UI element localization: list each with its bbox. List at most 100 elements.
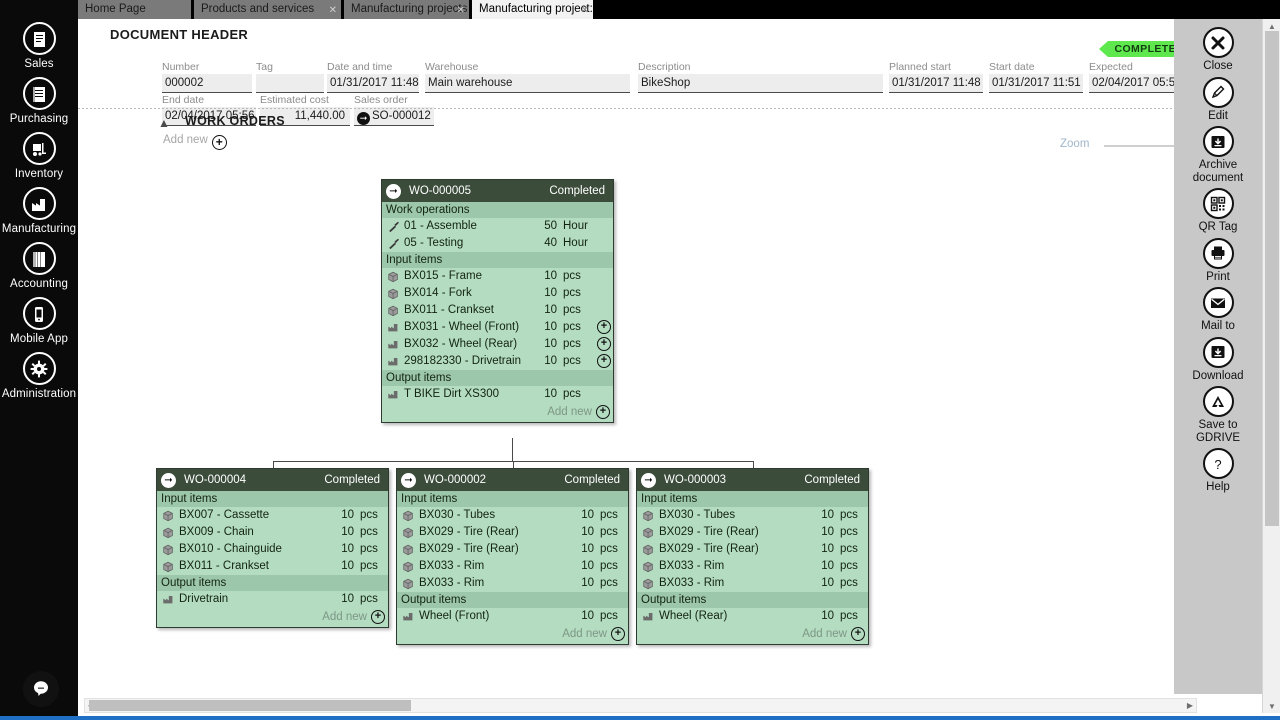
item-row[interactable]: BX031 - Wheel (Front)10pcs+ [382, 319, 613, 336]
tab-close-icon[interactable]: ✕ [329, 1, 337, 19]
plus-icon[interactable]: + [596, 405, 610, 419]
tab-manufacturing-project-00[interactable]: Manufacturing project: 00...✕ [472, 0, 594, 19]
item-row[interactable]: BX033 - Rim10pcs [637, 558, 868, 575]
item-row[interactable]: BX029 - Tire (Rear)10pcs [637, 541, 868, 558]
action-qr-tag[interactable]: QR Tag [1192, 188, 1243, 234]
item-row[interactable]: BX029 - Tire (Rear)10pcs [397, 524, 628, 541]
row-action[interactable]: + [591, 337, 613, 351]
item-row[interactable]: T BIKE Dirt XS30010pcs [382, 386, 613, 403]
item-row[interactable]: Wheel (Front)10pcs [397, 608, 628, 625]
chat-bubble-icon[interactable] [23, 671, 59, 707]
item-row[interactable]: BX030 - Tubes10pcs [397, 507, 628, 524]
sidebar-item-sales[interactable]: Sales [0, 22, 78, 70]
item-row[interactable]: BX033 - Rim10pcs [397, 575, 628, 592]
action-archive-document[interactable]: Archivedocument [1192, 126, 1243, 184]
goto-arrow-icon[interactable]: ➞ [401, 473, 416, 488]
start-date-input[interactable]: 01/31/2017 11:51 [989, 74, 1083, 93]
description-input[interactable]: BikeShop [638, 74, 883, 93]
goto-arrow-icon[interactable]: ➞ [641, 473, 656, 488]
item-quantity: 10 [568, 576, 594, 591]
action-print[interactable]: Print [1192, 238, 1243, 284]
item-quantity: 10 [328, 559, 354, 574]
row-action[interactable]: + [591, 354, 613, 368]
add-new-label: Add new [562, 628, 607, 640]
horizontal-scroll-thumb[interactable] [89, 700, 411, 711]
item-row[interactable]: BX010 - Chainguide10pcs [157, 541, 388, 558]
card-add-new[interactable]: Add new + [397, 625, 628, 644]
field-label: End date [162, 94, 256, 107]
tag-input[interactable] [256, 74, 324, 93]
plus-icon[interactable]: + [611, 627, 625, 641]
scroll-right-icon[interactable]: ▶ [1184, 699, 1196, 712]
tab-manufacturing-projects[interactable]: Manufacturing projects✕ [344, 0, 470, 19]
sidebar-item-accounting[interactable]: Accounting [0, 242, 78, 290]
work-order-card-wo-000002[interactable]: ➞WO-000002CompletedInput itemsBX030 - Tu… [396, 468, 629, 645]
sidebar-item-inventory[interactable]: Inventory [0, 132, 78, 180]
plus-icon[interactable]: + [212, 135, 227, 150]
expected-input[interactable]: 02/04/2017 05:57 [1089, 74, 1183, 93]
item-row[interactable]: Drivetrain10pcs [157, 591, 388, 608]
vertical-scrollbar[interactable]: ▲ ▼ [1262, 19, 1280, 713]
number-input[interactable]: 000002 [162, 74, 252, 93]
planned-start-input[interactable]: 01/31/2017 11:48 [889, 74, 983, 93]
work-order-card-wo-000004[interactable]: ➞WO-000004CompletedInput itemsBX007 - Ca… [156, 468, 389, 628]
plus-icon[interactable]: + [371, 610, 385, 624]
action-help[interactable]: ?Help [1192, 448, 1243, 494]
tab-products-and-services[interactable]: Products and services✕ [194, 0, 342, 19]
item-row[interactable]: BX011 - Crankset10pcs [382, 302, 613, 319]
tab-bar: Home PageProducts and services✕Manufactu… [78, 0, 1280, 19]
sidebar-item-purchasing[interactable]: Purchasing [0, 77, 78, 125]
document-icon [23, 22, 56, 55]
page-title: DOCUMENT HEADER [110, 27, 248, 42]
item-row[interactable]: BX032 - Wheel (Rear)10pcs+ [382, 336, 613, 353]
horizontal-scrollbar[interactable]: ◀ ▶ [84, 698, 1197, 713]
item-row[interactable]: 298182330 - Drivetrain10pcs+ [382, 353, 613, 370]
plus-icon[interactable]: + [597, 354, 611, 368]
item-row[interactable]: BX030 - Tubes10pcs [637, 507, 868, 524]
section-header: Input items [157, 491, 388, 507]
item-row[interactable]: BX029 - Tire (Rear)10pcs [637, 524, 868, 541]
warehouse-input[interactable]: Main warehouse [425, 74, 630, 93]
chevron-up-icon[interactable]: ▲ [158, 118, 172, 128]
row-action[interactable]: + [591, 320, 613, 334]
right-action-rail: CloseEditArchivedocumentQR TagPrintMail … [1174, 19, 1262, 694]
card-add-new[interactable]: Add new+ [382, 403, 613, 422]
item-row[interactable]: BX009 - Chain10pcs [157, 524, 388, 541]
action-save-to-gdrive[interactable]: Save toGDRIVE [1192, 386, 1243, 444]
item-row[interactable]: 01 - Assemble50Hour [382, 218, 613, 235]
plus-icon[interactable]: + [851, 627, 865, 641]
item-row[interactable]: BX033 - Rim10pcs [397, 558, 628, 575]
add-new-work-order[interactable]: Add new+ [163, 134, 227, 150]
tab-close-icon[interactable]: ✕ [581, 1, 589, 19]
action-close[interactable]: Close [1192, 27, 1243, 73]
field-label: Number [162, 61, 252, 74]
sidebar-item-mobile-app[interactable]: Mobile App [0, 297, 78, 345]
work-order-card-wo-000003[interactable]: ➞WO-000003CompletedInput itemsBX030 - Tu… [636, 468, 869, 645]
sidebar-item-administration[interactable]: Administration [0, 352, 78, 400]
action-mail-to[interactable]: Mail to [1192, 287, 1243, 333]
plus-icon[interactable]: + [597, 320, 611, 334]
work-order-card-wo-000005[interactable]: ➞WO-000005CompletedWork operations01 - A… [381, 179, 614, 423]
item-row[interactable]: 05 - Testing40Hour [382, 235, 613, 252]
field-label: Description [638, 61, 883, 74]
item-row[interactable]: Wheel (Rear)10pcs [637, 608, 868, 625]
date-time-input[interactable]: 01/31/2017 11:48 [327, 74, 419, 93]
card-add-new[interactable]: Add new+ [637, 625, 868, 644]
item-row[interactable]: BX015 - Frame10pcs [382, 268, 613, 285]
tab-home-page[interactable]: Home Page [78, 0, 192, 19]
sidebar-item-manufacturing[interactable]: Manufacturing [0, 187, 78, 235]
action-download[interactable]: Download [1192, 337, 1243, 383]
item-row[interactable]: BX011 - Crankset10pcs [157, 558, 388, 575]
scroll-down-icon[interactable]: ▼ [1263, 699, 1280, 713]
goto-arrow-icon[interactable]: ➞ [386, 184, 401, 199]
goto-arrow-icon[interactable]: ➞ [161, 473, 176, 488]
item-row[interactable]: BX033 - Rim10pcs [637, 575, 868, 592]
item-row[interactable]: BX014 - Fork10pcs [382, 285, 613, 302]
item-row[interactable]: BX007 - Cassette10pcs [157, 507, 388, 524]
action-edit[interactable]: Edit [1192, 77, 1243, 123]
card-add-new[interactable]: Add new+ [157, 608, 388, 627]
vertical-scroll-thumb[interactable] [1265, 31, 1279, 526]
plus-icon[interactable]: + [597, 337, 611, 351]
item-row[interactable]: BX029 - Tire (Rear)10pcs [397, 541, 628, 558]
tab-close-icon[interactable]: ✕ [457, 1, 465, 19]
